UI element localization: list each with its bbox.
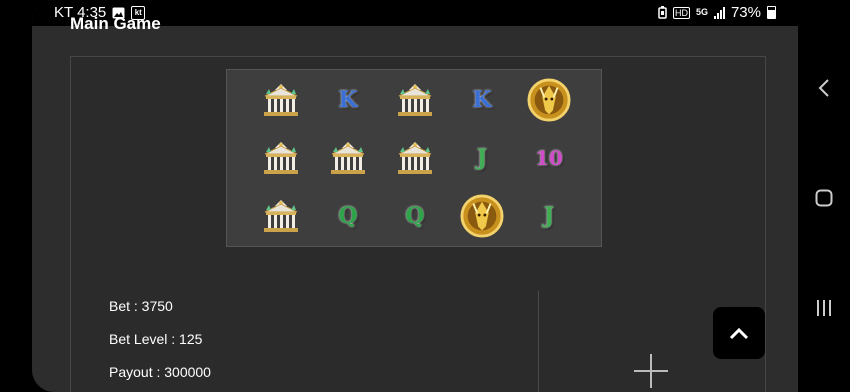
back-chevron-icon [818, 79, 829, 97]
recent-apps-button[interactable] [812, 296, 836, 320]
reel-symbol-label: K [338, 87, 358, 113]
warrior-coin-symbol-icon [527, 78, 571, 122]
signal-strength-icon [713, 6, 725, 19]
bet-level-text: Bet Level : 125 [109, 331, 203, 347]
chevron-up-icon [729, 327, 749, 340]
letter-symbol-j: J [460, 136, 504, 180]
section-title: Main Game [70, 14, 161, 33]
temple-symbol-icon [393, 78, 437, 122]
payout-text: Payout : 300000 [109, 364, 211, 380]
5g-network-icon: 5G [695, 7, 708, 17]
bet-text: Bet : 3750 [109, 298, 173, 314]
battery-icon [767, 6, 776, 19]
reel-grid: K K J 10 Q Q J [226, 69, 602, 247]
letter-symbol-j: J [527, 194, 571, 238]
plus-icon[interactable] [634, 354, 668, 388]
android-nav-bar [798, 0, 850, 392]
home-square-icon [815, 189, 833, 207]
temple-symbol-icon [326, 136, 370, 180]
temple-symbol-icon [259, 194, 303, 238]
scroll-to-top-button[interactable] [713, 307, 765, 359]
back-button[interactable] [812, 76, 836, 100]
status-right: HD 5G 73% [658, 4, 776, 21]
game-result-panel: K K J 10 Q Q J Bet: 3750 Bet Level: 125… [70, 56, 766, 392]
temple-symbol-icon [259, 136, 303, 180]
warrior-coin-symbol-icon [460, 194, 504, 238]
home-button[interactable] [812, 186, 836, 210]
reel-symbol-label: 10 [535, 146, 563, 170]
reel-symbol-label: J [543, 203, 555, 229]
column-divider [538, 291, 539, 392]
letter-symbol-k: K [460, 78, 504, 122]
recent-apps-icon [817, 300, 831, 316]
reel-symbol-label: Q [338, 203, 358, 229]
letter-symbol-k: K [326, 78, 370, 122]
app-screen: KT 4:35 kt HD 5G 73% Main Game K K J 10 … [32, 0, 798, 392]
letter-symbol-q: Q [326, 194, 370, 238]
battery-saver-icon [658, 6, 667, 19]
reel-symbol-label: J [476, 145, 488, 171]
hd-voice-icon: HD [672, 6, 690, 19]
reel-symbol-label: K [472, 87, 492, 113]
letter-symbol-q: Q [393, 194, 437, 238]
battery-percent: 73% [730, 4, 761, 21]
temple-symbol-icon [393, 136, 437, 180]
temple-symbol-icon [259, 78, 303, 122]
reel-symbol-label: Q [405, 203, 425, 229]
letter-symbol-10: 10 [527, 136, 571, 180]
